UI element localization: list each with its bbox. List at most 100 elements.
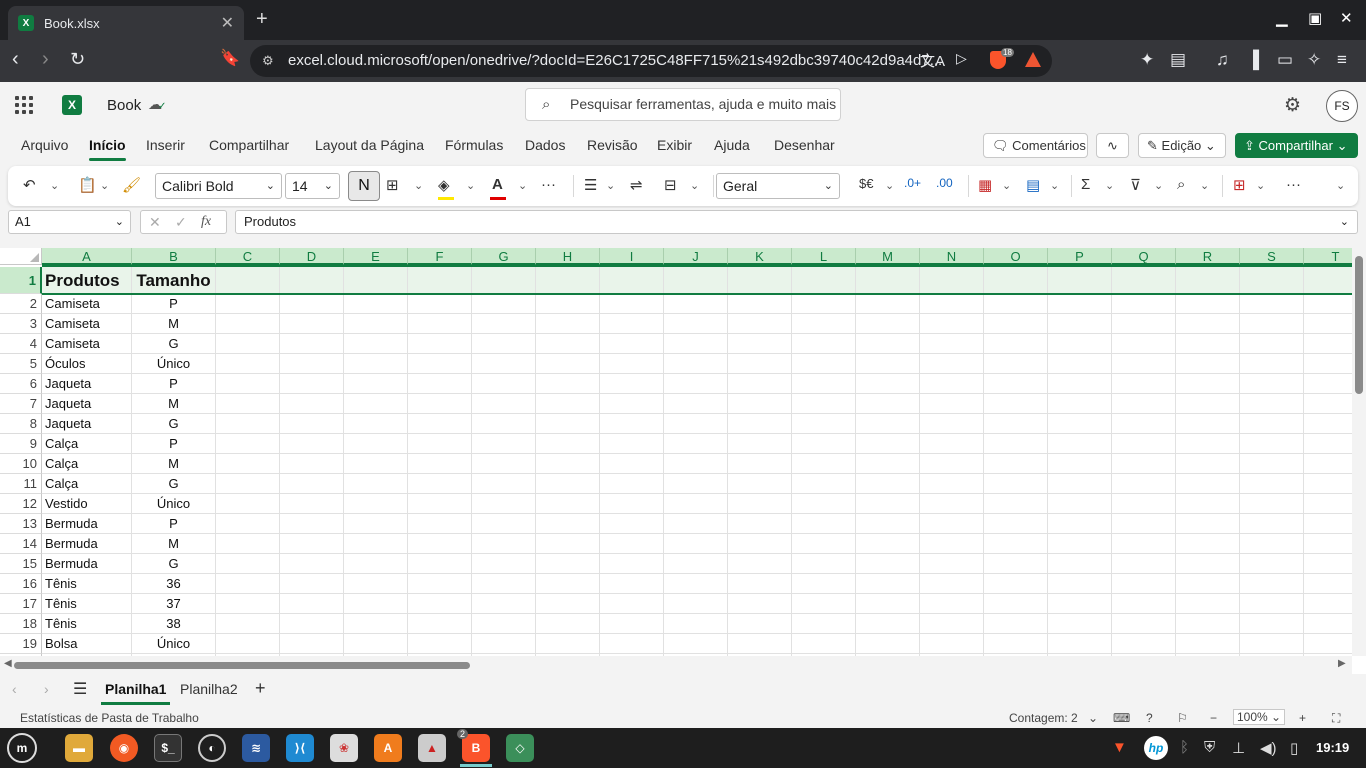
- cell-l8[interactable]: [792, 414, 856, 434]
- cell-c13[interactable]: [216, 514, 280, 534]
- vertical-scrollbar[interactable]: [1352, 248, 1366, 656]
- cell-c9[interactable]: [216, 434, 280, 454]
- cell-o5[interactable]: [984, 354, 1048, 374]
- layers-app-icon[interactable]: ◇: [506, 734, 534, 762]
- cell-m10[interactable]: [856, 454, 920, 474]
- cell-d16[interactable]: [280, 574, 344, 594]
- cell-h11[interactable]: [536, 474, 600, 494]
- appimage-icon[interactable]: A: [374, 734, 402, 762]
- cell-j4[interactable]: [664, 334, 728, 354]
- cell-n17[interactable]: [920, 594, 984, 614]
- comments-button[interactable]: 🗨 Comentários: [983, 133, 1088, 158]
- keyboard-icon[interactable]: ⌨: [1113, 711, 1130, 725]
- cell-a2[interactable]: Camiseta: [42, 294, 132, 314]
- column-header-t[interactable]: T: [1304, 248, 1352, 265]
- cell-a16[interactable]: Tênis: [42, 574, 132, 594]
- sort-filter-dropdown-icon[interactable]: ⌄: [1154, 179, 1163, 192]
- cell-n14[interactable]: [920, 534, 984, 554]
- cell-g12[interactable]: [472, 494, 536, 514]
- cell-s8[interactable]: [1240, 414, 1304, 434]
- cell-i18[interactable]: [600, 614, 664, 634]
- cell-h3[interactable]: [536, 314, 600, 334]
- cell-h6[interactable]: [536, 374, 600, 394]
- cell-l14[interactable]: [792, 534, 856, 554]
- cell-o2[interactable]: [984, 294, 1048, 314]
- cell-c10[interactable]: [216, 454, 280, 474]
- cell-i8[interactable]: [600, 414, 664, 434]
- back-icon[interactable]: ‹: [12, 48, 19, 70]
- settings-gear-icon[interactable]: ⚙: [1284, 94, 1301, 117]
- cell-t2[interactable]: [1304, 294, 1352, 314]
- cell-b17[interactable]: 37: [132, 594, 216, 614]
- cell-q5[interactable]: [1112, 354, 1176, 374]
- select-all-corner[interactable]: [0, 248, 42, 265]
- cell-a8[interactable]: Jaqueta: [42, 414, 132, 434]
- cell-e19[interactable]: [344, 634, 408, 654]
- row-header[interactable]: 16: [0, 574, 42, 594]
- cell-e15[interactable]: [344, 554, 408, 574]
- find-icon[interactable]: ⌕: [1177, 176, 1185, 193]
- cell-t12[interactable]: [1304, 494, 1352, 514]
- cell-c7[interactable]: [216, 394, 280, 414]
- cell-m7[interactable]: [856, 394, 920, 414]
- cell-h1[interactable]: [536, 267, 600, 294]
- cell-f11[interactable]: [408, 474, 472, 494]
- cell-t13[interactable]: [1304, 514, 1352, 534]
- cell-k4[interactable]: [728, 334, 792, 354]
- cell-n19[interactable]: [920, 634, 984, 654]
- mysql-workbench-icon[interactable]: ≋: [242, 734, 270, 762]
- sort-filter-icon[interactable]: ⊽: [1130, 176, 1141, 194]
- cell-m15[interactable]: [856, 554, 920, 574]
- cell-k13[interactable]: [728, 514, 792, 534]
- cell-e13[interactable]: [344, 514, 408, 534]
- cell-h18[interactable]: [536, 614, 600, 634]
- menu-desenhar[interactable]: Desenhar: [774, 137, 835, 153]
- cell-h5[interactable]: [536, 354, 600, 374]
- add-ins-icon[interactable]: ⊞: [1233, 176, 1246, 194]
- cell-q18[interactable]: [1112, 614, 1176, 634]
- cell-c2[interactable]: [216, 294, 280, 314]
- cell-c12[interactable]: [216, 494, 280, 514]
- cell-k3[interactable]: [728, 314, 792, 334]
- cell-n1[interactable]: [920, 267, 984, 294]
- cell-j18[interactable]: [664, 614, 728, 634]
- cell-o11[interactable]: [984, 474, 1048, 494]
- cell-q10[interactable]: [1112, 454, 1176, 474]
- undo-icon[interactable]: ↶: [23, 176, 36, 194]
- cell-o15[interactable]: [984, 554, 1048, 574]
- cell-l6[interactable]: [792, 374, 856, 394]
- conditional-formatting-icon[interactable]: ▦: [978, 176, 992, 194]
- cell-h2[interactable]: [536, 294, 600, 314]
- font-size-dropdown[interactable]: 14 ⌄: [285, 173, 340, 199]
- cell-t14[interactable]: [1304, 534, 1352, 554]
- cell-a12[interactable]: Vestido: [42, 494, 132, 514]
- cell-b11[interactable]: G: [132, 474, 216, 494]
- menu-revisao[interactable]: Revisão: [587, 137, 638, 153]
- cell-s11[interactable]: [1240, 474, 1304, 494]
- cell-s13[interactable]: [1240, 514, 1304, 534]
- cell-i10[interactable]: [600, 454, 664, 474]
- cell-d4[interactable]: [280, 334, 344, 354]
- cell-k12[interactable]: [728, 494, 792, 514]
- cell-o18[interactable]: [984, 614, 1048, 634]
- cell-m13[interactable]: [856, 514, 920, 534]
- cell-d5[interactable]: [280, 354, 344, 374]
- cell-b3[interactable]: M: [132, 314, 216, 334]
- cell-e12[interactable]: [344, 494, 408, 514]
- cell-a4[interactable]: Camiseta: [42, 334, 132, 354]
- sidebar-icon[interactable]: ▐: [1247, 50, 1259, 70]
- send-icon[interactable]: ▷: [956, 50, 967, 67]
- cell-k7[interactable]: [728, 394, 792, 414]
- cell-t17[interactable]: [1304, 594, 1352, 614]
- merge-dropdown-icon[interactable]: ⌄: [690, 179, 699, 192]
- cell-q11[interactable]: [1112, 474, 1176, 494]
- cell-e2[interactable]: [344, 294, 408, 314]
- cell-b7[interactable]: M: [132, 394, 216, 414]
- expand-formula-icon[interactable]: ⌄: [1340, 211, 1349, 233]
- cell-k10[interactable]: [728, 454, 792, 474]
- cell-q16[interactable]: [1112, 574, 1176, 594]
- column-header-j[interactable]: J: [664, 248, 728, 265]
- sheet-tab-planilha2[interactable]: Planilha2: [180, 681, 238, 697]
- cell-f8[interactable]: [408, 414, 472, 434]
- currency-format-button[interactable]: $€: [859, 176, 873, 191]
